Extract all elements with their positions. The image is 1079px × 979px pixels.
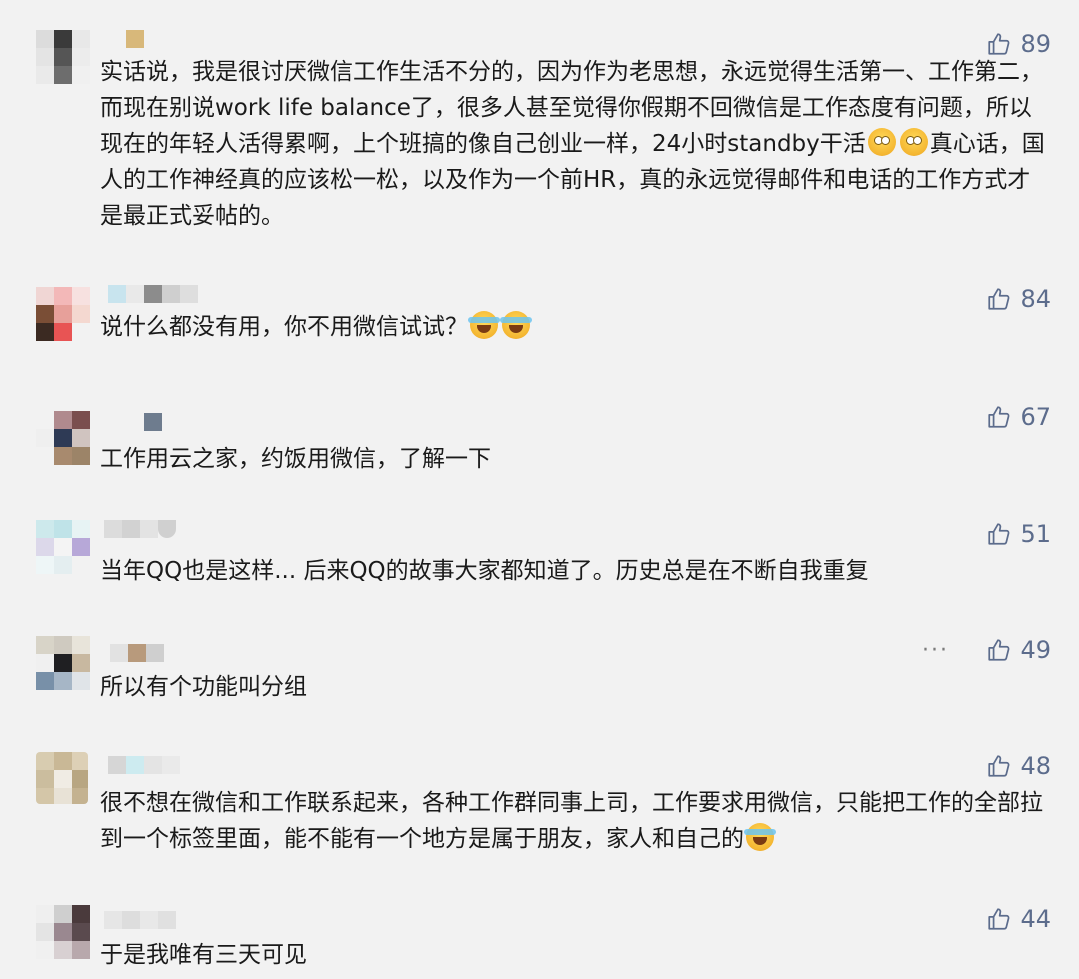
nickname-blurred[interactable] bbox=[144, 413, 162, 435]
comment-text: 工作用云之家，约饭用微信，了解一下 bbox=[100, 446, 491, 472]
comment-item: 48 很不想在微信和工作联系起来，各种工作群同事上司，工作要求用微信，只能把工作… bbox=[0, 752, 1079, 872]
eye-roll-emoji-icon bbox=[867, 128, 896, 156]
nickname-blurred[interactable] bbox=[126, 30, 144, 52]
comment-text: 所以有个功能叫分组 bbox=[100, 674, 307, 700]
avatar[interactable] bbox=[36, 752, 88, 804]
like-count: 48 bbox=[1020, 752, 1051, 780]
like-button[interactable]: 51 bbox=[986, 520, 1051, 548]
like-button[interactable]: 48 bbox=[986, 752, 1051, 780]
nickname-blurred[interactable] bbox=[104, 520, 176, 542]
like-button[interactable]: 44 bbox=[986, 905, 1051, 933]
nickname-blurred[interactable] bbox=[108, 285, 198, 307]
like-count: 44 bbox=[1020, 905, 1051, 933]
avatar[interactable] bbox=[36, 520, 90, 574]
more-options-button[interactable]: ··· bbox=[922, 638, 949, 663]
like-button[interactable]: 67 bbox=[986, 403, 1051, 431]
crying-laugh-emoji-icon bbox=[468, 311, 500, 339]
crying-laugh-emoji-icon bbox=[744, 823, 776, 851]
avatar[interactable] bbox=[36, 636, 90, 690]
nickname-blurred[interactable] bbox=[110, 644, 164, 666]
like-count: 67 bbox=[1020, 403, 1051, 431]
thumbs-up-icon bbox=[988, 523, 1010, 545]
comment-item: 89 实话说，我是很讨厌微信工作生活不分的，因为作为老思想，永远觉得生活第一、工… bbox=[0, 30, 1079, 240]
like-count: 49 bbox=[1020, 636, 1051, 664]
thumbs-up-icon bbox=[988, 908, 1010, 930]
avatar[interactable] bbox=[36, 287, 90, 341]
comment-item: ··· 49 所以有个功能叫分组 bbox=[0, 636, 1079, 716]
comment-item: 84 说什么都没有用，你不用微信试试？ bbox=[0, 285, 1079, 365]
crying-laugh-emoji-icon bbox=[500, 311, 532, 339]
comment-text: 说什么都没有用，你不用微信试试？ bbox=[100, 309, 1050, 345]
nickname-blurred[interactable] bbox=[104, 911, 176, 933]
comment-text: 当年QQ也是这样... 后来QQ的故事大家都知道了。历史总是在不断自我重复 bbox=[100, 558, 869, 584]
like-count: 51 bbox=[1020, 520, 1051, 548]
comment-text: 很不想在微信和工作联系起来，各种工作群同事上司，工作要求用微信，只能把工作的全部… bbox=[100, 790, 1043, 852]
avatar[interactable] bbox=[36, 905, 90, 959]
comment-text: 于是我唯有三天可见 bbox=[100, 942, 307, 968]
eye-roll-emoji-icon bbox=[899, 128, 928, 156]
comment-text: 实话说，我是很讨厌微信工作生活不分的，因为作为老思想，永远觉得生活第一、工作第二… bbox=[100, 59, 1045, 229]
thumbs-up-icon bbox=[988, 406, 1010, 428]
thumbs-up-icon bbox=[988, 639, 1010, 661]
like-button[interactable]: 49 bbox=[986, 636, 1051, 664]
comment-item: 44 于是我唯有三天可见 bbox=[0, 905, 1079, 979]
avatar[interactable] bbox=[36, 411, 90, 465]
comment-item: 67 工作用云之家，约饭用微信，了解一下 bbox=[0, 403, 1079, 483]
comment-item: 51 当年QQ也是这样... 后来QQ的故事大家都知道了。历史总是在不断自我重复 bbox=[0, 520, 1079, 600]
avatar[interactable] bbox=[36, 30, 90, 84]
thumbs-up-icon bbox=[988, 755, 1010, 777]
nickname-blurred[interactable] bbox=[108, 756, 180, 778]
